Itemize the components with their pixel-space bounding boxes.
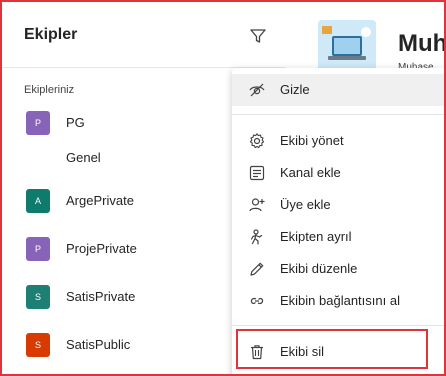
team-avatar: S (26, 285, 50, 309)
menu-item-hide[interactable]: Gizle (232, 74, 444, 106)
menu-divider (232, 325, 444, 326)
team-avatar: S (26, 333, 50, 357)
team-avatar: P (26, 237, 50, 261)
team-picture (318, 20, 376, 72)
menu-item-edit-team[interactable]: Ekibi düzenle (232, 253, 444, 285)
team-name: ProjePrivate (66, 241, 137, 256)
gear-icon (249, 133, 265, 149)
menu-item-label: Ekibin bağlantısını al (280, 293, 400, 308)
main-header: Muh Muhase (286, 2, 446, 73)
menu-item-label: Kanal ekle (280, 165, 341, 180)
hide-icon (249, 83, 265, 97)
menu-item-label: Üye ekle (280, 197, 331, 212)
menu-item-label: Ekibi yönet (280, 133, 344, 148)
channel-item-general[interactable]: Genel (66, 150, 101, 165)
app-window: Ekipler Ekipleriniz P PG Genel A ArgePri… (0, 0, 446, 376)
team-name: ArgePrivate (66, 193, 134, 208)
menu-item-label: Ekibi düzenle (280, 261, 358, 276)
team-name: SatisPublic (66, 337, 131, 352)
team-name: PG (66, 115, 85, 130)
pencil-icon (250, 262, 264, 276)
sidebar-title: Ekipler (24, 26, 78, 43)
link-icon (250, 297, 264, 305)
sidebar-header: Ekipler (2, 2, 286, 68)
menu-item-add-member[interactable]: Üye ekle (232, 189, 444, 221)
menu-item-label: Gizle (280, 82, 310, 97)
filter-icon[interactable] (248, 26, 268, 46)
menu-item-manage-team[interactable]: Ekibi yönet (232, 125, 444, 157)
channel-list-icon (249, 165, 265, 181)
section-label-your-teams: Ekipleriniz (24, 84, 75, 96)
team-avatar: A (26, 189, 50, 213)
menu-divider (232, 114, 444, 115)
team-title: Muh (398, 30, 446, 57)
team-name: SatisPrivate (66, 289, 136, 304)
menu-item-get-link[interactable]: Ekibin bağlantısını al (232, 285, 444, 317)
menu-item-add-channel[interactable]: Kanal ekle (232, 157, 444, 189)
menu-item-label: Ekipten ayrıl (280, 229, 352, 244)
highlight-annotation (236, 329, 428, 369)
team-avatar: P (26, 111, 50, 135)
add-member-icon (249, 198, 265, 212)
menu-item-leave-team[interactable]: Ekipten ayrıl (232, 221, 444, 253)
leave-team-icon (250, 229, 263, 245)
